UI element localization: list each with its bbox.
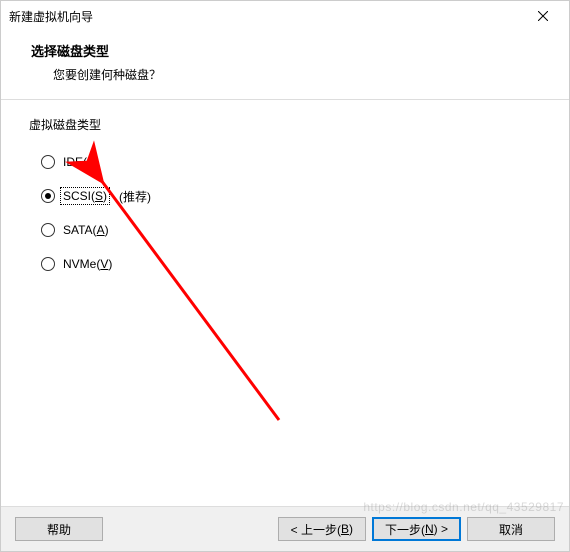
header-subhead: 您要创建何种磁盘？ <box>31 66 551 83</box>
window-title: 新建虚拟机向导 <box>9 8 523 25</box>
disk-type-radio-group: IDE(I) SCSI(S) (推荐) SATA(A) NVMe(V) <box>29 145 549 281</box>
wizard-header: 选择磁盘类型 您要创建何种磁盘？ <box>1 31 569 95</box>
close-button[interactable] <box>523 2 563 30</box>
disk-type-group-label: 虚拟磁盘类型 <box>29 116 549 133</box>
radio-icon <box>41 223 55 237</box>
radio-icon <box>41 189 55 203</box>
radio-label: IDE(I) <box>61 154 96 170</box>
radio-option-nvme[interactable]: NVMe(V) <box>41 247 549 281</box>
radio-icon <box>41 257 55 271</box>
titlebar: 新建虚拟机向导 <box>1 1 569 31</box>
radio-label: NVMe(V) <box>61 256 114 272</box>
radio-hint: (推荐) <box>119 188 151 205</box>
wizard-footer: 帮助 < 上一步(B) 下一步(N) > 取消 <box>1 506 569 551</box>
radio-icon <box>41 155 55 169</box>
help-button[interactable]: 帮助 <box>15 517 103 541</box>
radio-label: SATA(A) <box>61 222 111 238</box>
radio-option-sata[interactable]: SATA(A) <box>41 213 549 247</box>
header-headline: 选择磁盘类型 <box>31 41 551 60</box>
close-icon <box>538 11 548 21</box>
radio-option-scsi[interactable]: SCSI(S) (推荐) <box>41 179 549 213</box>
radio-option-ide[interactable]: IDE(I) <box>41 145 549 179</box>
cancel-button[interactable]: 取消 <box>467 517 555 541</box>
back-button[interactable]: < 上一步(B) <box>278 517 366 541</box>
wizard-content: 虚拟磁盘类型 IDE(I) SCSI(S) (推荐) SATA(A) NVMe(… <box>1 100 569 506</box>
next-button[interactable]: 下一步(N) > <box>372 517 461 541</box>
radio-label: SCSI(S) <box>61 188 109 204</box>
wizard-dialog: 新建虚拟机向导 选择磁盘类型 您要创建何种磁盘？ 虚拟磁盘类型 IDE(I) S… <box>0 0 570 552</box>
